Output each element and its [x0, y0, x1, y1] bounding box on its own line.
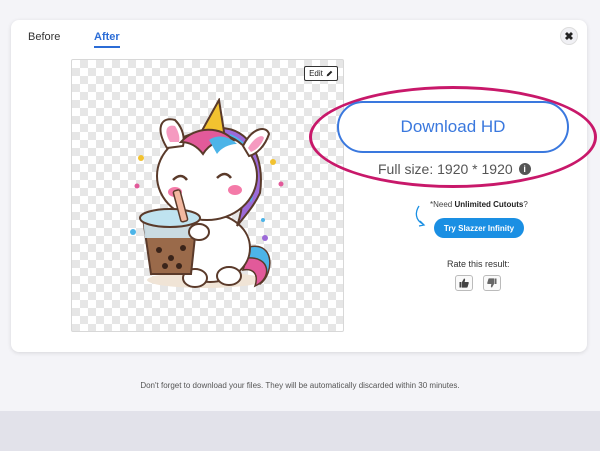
- info-icon[interactable]: i: [518, 163, 531, 175]
- thumbs-up-button[interactable]: [455, 275, 473, 291]
- thumbs-up-icon: [459, 278, 469, 288]
- tab-after[interactable]: After: [94, 31, 120, 43]
- active-tab-underline: [94, 46, 120, 48]
- unlimited-cutouts-text: *Need Unlimited Cutouts?: [430, 200, 528, 209]
- edit-button[interactable]: Edit: [304, 66, 338, 81]
- curved-arrow-icon: [415, 205, 426, 227]
- try-slazzer-infinity-button[interactable]: Try Slazzer Infinity: [434, 218, 524, 238]
- footer-band: [0, 411, 600, 451]
- close-button[interactable]: ✖: [560, 27, 578, 45]
- pencil-icon: [326, 70, 333, 77]
- download-hd-button[interactable]: Download HD: [337, 101, 569, 153]
- full-size-label: Full size: 1920 * 1920: [378, 161, 513, 177]
- close-icon: ✖: [564, 30, 574, 43]
- rate-result-label: Rate this result:: [447, 259, 510, 269]
- thumbs-down-icon: [487, 278, 497, 288]
- unicorn-cutout-image: [130, 98, 284, 288]
- edit-label: Edit: [309, 69, 323, 78]
- thumbs-down-button[interactable]: [483, 275, 501, 291]
- download-hd-label: Download HD: [400, 117, 506, 136]
- discard-notice: Don't forget to download your files. The…: [140, 381, 460, 390]
- tab-before[interactable]: Before: [28, 31, 60, 43]
- try-slazzer-infinity-label: Try Slazzer Infinity: [443, 223, 515, 233]
- full-size-info: Full size: 1920 * 1920 i: [378, 161, 531, 177]
